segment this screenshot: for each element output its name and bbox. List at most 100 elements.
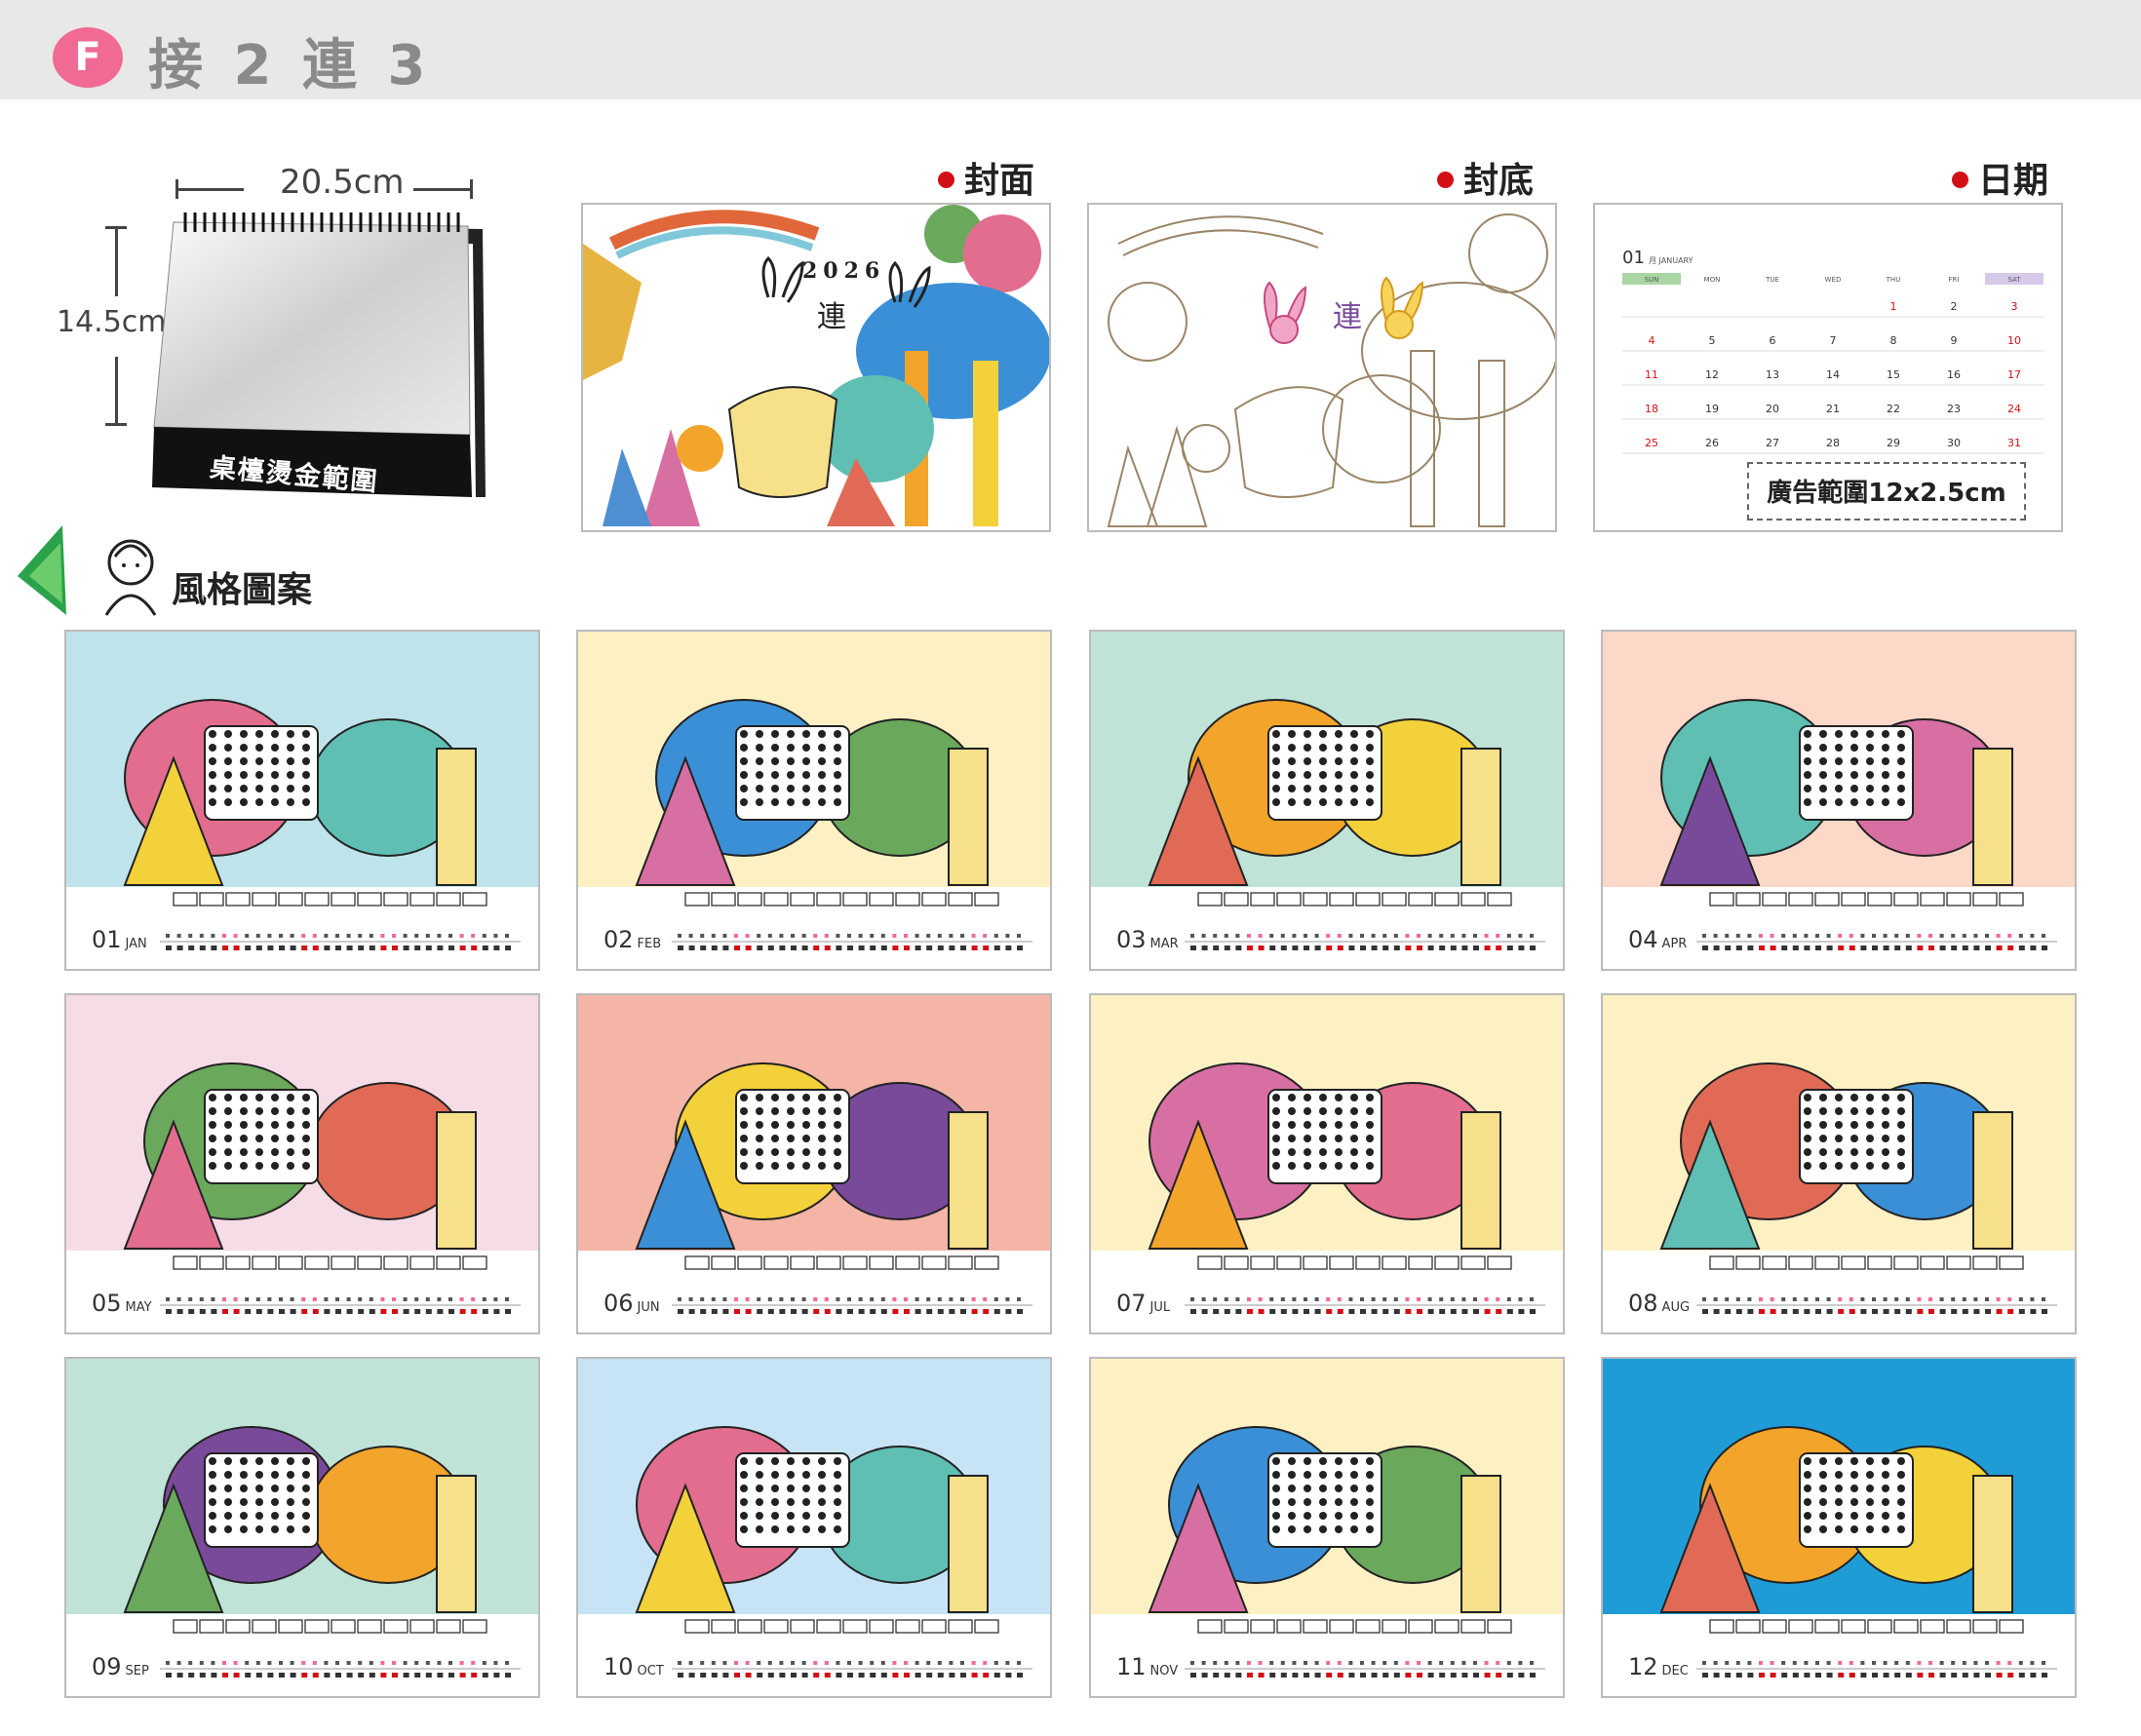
date-cell: 26 — [1705, 437, 1719, 449]
month-abbr: DEC — [1661, 1664, 1689, 1678]
month-artwork — [123, 1062, 487, 1270]
front-cover-preview: 2026 連 — [581, 203, 1051, 532]
month-abbr: MAY — [125, 1300, 152, 1315]
date-cell: 27 — [1766, 437, 1779, 449]
date-cell: 8 — [1890, 334, 1897, 347]
month-card: 02 FEB — [576, 630, 1052, 971]
date-cell: 7 — [1830, 334, 1837, 347]
month-abbr: SEP — [125, 1664, 149, 1678]
month-label: 02 FEB — [603, 926, 661, 953]
month-abbr: OCT — [637, 1664, 664, 1678]
svg-text:THU: THU — [1886, 276, 1901, 284]
label-front-cover: 封面 — [938, 152, 1034, 203]
date-cell: 16 — [1947, 368, 1961, 381]
month-abbr: JAN — [125, 937, 147, 951]
mini-date-strip — [672, 1297, 1032, 1314]
month-label: 03 MAR — [1116, 926, 1179, 953]
month-card: 06 JUN — [576, 993, 1052, 1334]
month-abbr: MAR — [1149, 937, 1179, 951]
date-cell: 21 — [1826, 403, 1840, 415]
mini-date-strip — [160, 934, 521, 950]
month-card: 07 JUL — [1089, 993, 1565, 1334]
label-back-cover: 封底 — [1437, 152, 1534, 203]
dim-width-line-right — [413, 188, 472, 191]
dim-width-line-left — [175, 188, 244, 191]
month-number: 06 — [603, 1290, 634, 1317]
date-cell: 15 — [1887, 368, 1900, 381]
date-cell: 24 — [2007, 403, 2021, 415]
dim-height-tick-top — [105, 226, 127, 229]
month-card: 10 OCT — [576, 1357, 1052, 1698]
month-number: 05 — [92, 1290, 122, 1317]
month-number: 07 — [1116, 1290, 1147, 1317]
date-cell: 29 — [1887, 437, 1900, 449]
month-label: 11 NOV — [1116, 1653, 1178, 1680]
back-cover-preview: 連 — [1087, 203, 1557, 532]
date-cell: 13 — [1766, 368, 1779, 381]
svg-text:MON: MON — [1704, 276, 1721, 284]
month-label: 12 DEC — [1628, 1653, 1689, 1680]
month-number: 03 — [1116, 926, 1147, 953]
month-artwork — [1659, 699, 2024, 907]
style-section-label: 風格圖案 — [172, 570, 313, 610]
style-section-emblem — [18, 525, 157, 616]
month-artwork — [1148, 1062, 1512, 1270]
svg-text:01: 01 — [1622, 248, 1645, 268]
date-cell: 6 — [1770, 334, 1776, 347]
svg-text:TUE: TUE — [1765, 276, 1779, 284]
month-label: 06 JUN — [603, 1290, 660, 1317]
date-cell: 1 — [1890, 300, 1897, 313]
header-bar: F 接 2 連 3 — [0, 0, 2141, 99]
month-label: 09 SEP — [92, 1653, 149, 1680]
month-card: 09 SEP — [64, 1357, 540, 1698]
cover-year-text: 2026 — [802, 258, 885, 284]
month-artwork — [635, 1062, 999, 1270]
date-cell: 12 — [1705, 368, 1719, 381]
series-title: 接 2 連 3 — [148, 34, 432, 97]
dim-height-tick-bottom — [105, 423, 127, 426]
month-artwork — [635, 699, 999, 907]
month-label: 04 APR — [1628, 926, 1687, 953]
date-cell: 25 — [1645, 437, 1658, 449]
month-artwork — [635, 1426, 999, 1634]
advertising-area-box: 廣告範圍12x2.5cm — [1747, 462, 2026, 521]
month-number: 09 — [92, 1653, 122, 1680]
date-cell: 30 — [1947, 437, 1961, 449]
red-dot-icon — [1437, 171, 1454, 188]
month-label: 01 JAN — [92, 926, 147, 953]
svg-text:月 JANUARY: 月 JANUARY — [1649, 256, 1693, 265]
date-cell: 23 — [1947, 403, 1961, 415]
month-abbr: JUN — [637, 1300, 660, 1315]
date-cell: 5 — [1709, 334, 1716, 347]
month-card: 05 MAY — [64, 993, 540, 1334]
date-cell: 31 — [2007, 437, 2021, 449]
date-cell: 3 — [2011, 300, 2018, 313]
dim-height-line-top — [115, 226, 118, 296]
date-cell: 14 — [1826, 368, 1840, 381]
mini-date-strip — [672, 1661, 1032, 1678]
mini-date-strip — [1185, 1661, 1545, 1678]
month-artwork — [1148, 699, 1512, 907]
date-cell: 4 — [1649, 334, 1655, 347]
date-cell: 2 — [1951, 300, 1958, 313]
month-abbr: AUG — [1661, 1300, 1691, 1315]
month-card: 11 NOV — [1089, 1357, 1565, 1698]
month-label: 08 AUG — [1628, 1290, 1690, 1317]
month-number: 01 — [92, 926, 122, 953]
back-cover-artwork: 連 — [1107, 213, 1555, 527]
svg-text:SAT: SAT — [2007, 276, 2021, 284]
mini-date-strip — [1185, 934, 1545, 950]
label-date-page: 日期 — [1952, 152, 2048, 203]
red-dot-icon — [1952, 171, 1968, 188]
month-abbr: NOV — [1149, 1664, 1179, 1678]
month-artwork — [123, 1426, 487, 1634]
date-cell: 20 — [1766, 403, 1779, 415]
dim-height-line-bottom — [115, 357, 118, 425]
month-artwork — [1148, 1426, 1512, 1634]
mini-date-strip — [1696, 934, 2057, 950]
month-abbr: APR — [1661, 937, 1688, 951]
date-cell: 22 — [1887, 403, 1900, 415]
mini-date-strip — [1696, 1297, 2057, 1314]
date-cell: 18 — [1645, 403, 1658, 415]
mini-date-strip — [1696, 1661, 2057, 1678]
